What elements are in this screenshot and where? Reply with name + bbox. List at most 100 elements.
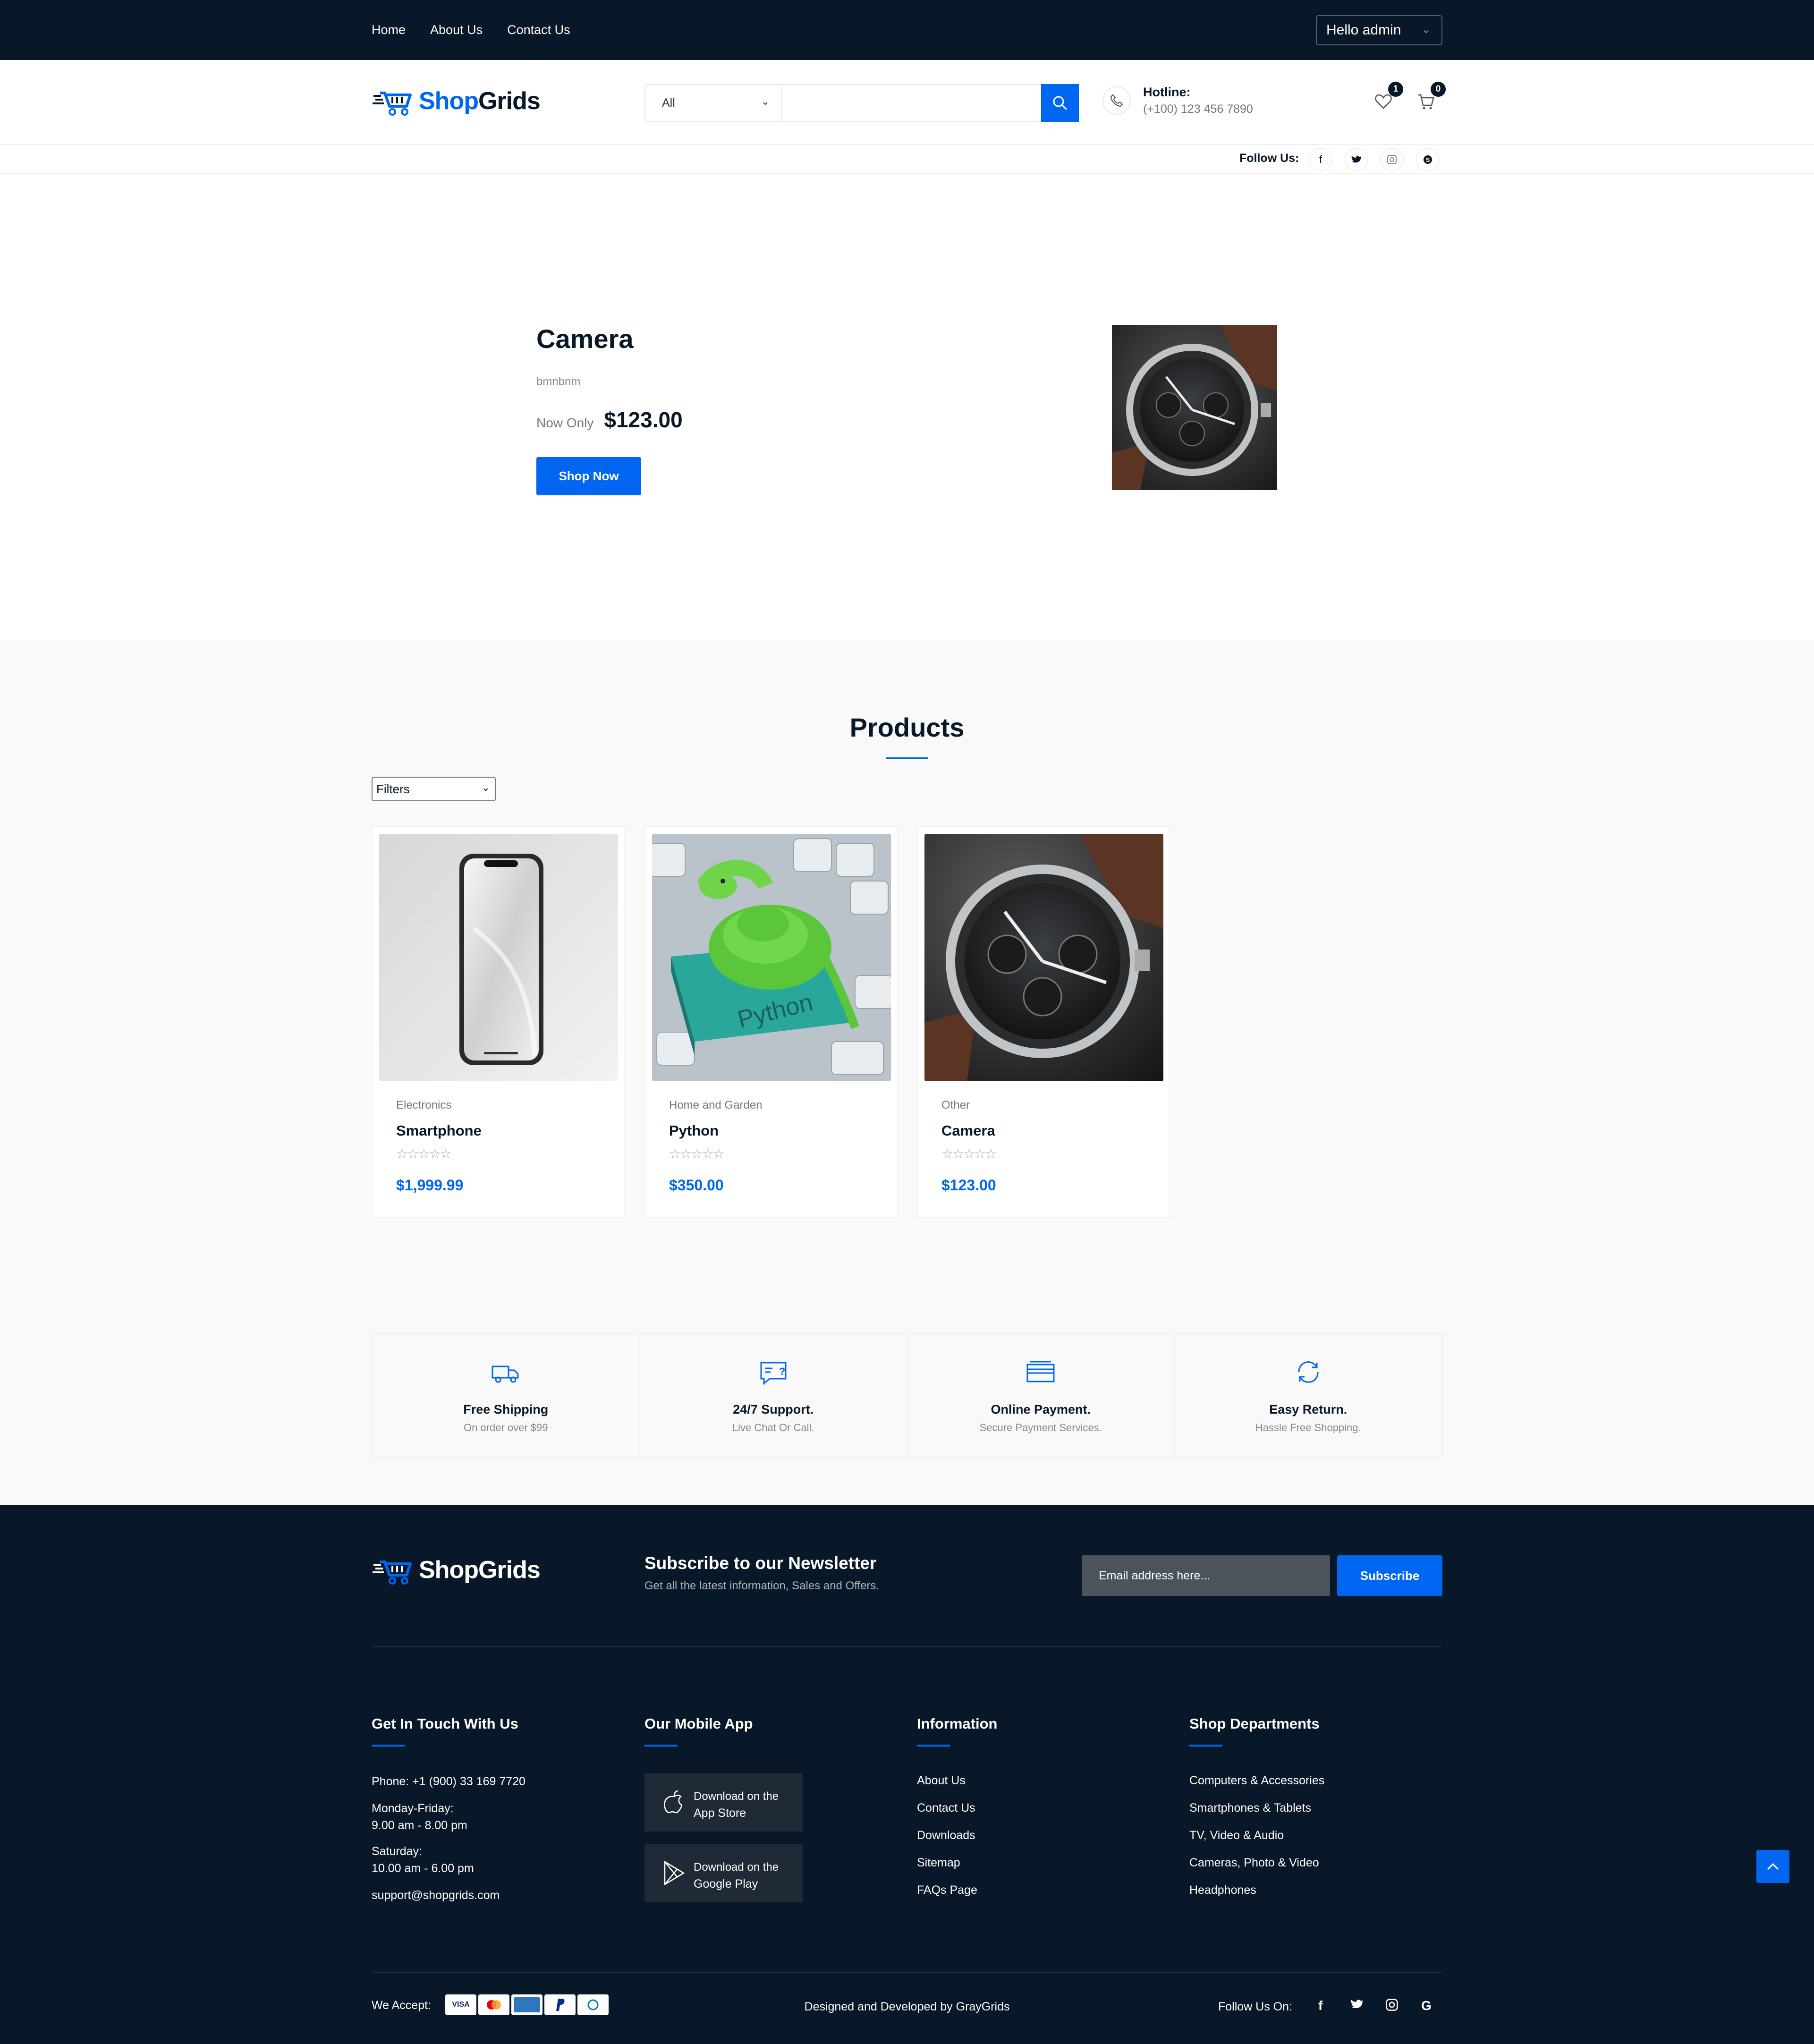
app-store-button[interactable]: Download on the App Store (644, 1773, 803, 1832)
refresh-icon (1298, 1361, 1319, 1383)
product-name[interactable]: Smartphone (396, 1122, 482, 1139)
search-input[interactable] (782, 85, 1041, 121)
star-rating-icon: ☆☆☆☆☆ (396, 1146, 452, 1161)
title-underline (372, 1745, 405, 1747)
feature-support: ? 24/7 Support. Live Chat Or Call. (639, 1332, 907, 1458)
title-underline (644, 1745, 678, 1747)
weekday-label: Monday-Friday: (372, 1802, 454, 1815)
product-card[interactable]: Python Home and Garden Python ☆☆☆☆☆ $350… (644, 826, 898, 1218)
feature-easy-return: Easy Return. Hassle Free Shopping. (1174, 1332, 1442, 1458)
skype-icon[interactable]: S (1416, 148, 1440, 171)
products-title: Products (849, 712, 965, 742)
footer-link-contact[interactable]: Contact Us (917, 1799, 975, 1816)
svg-text:S: S (1426, 156, 1430, 163)
cart-icon[interactable] (1416, 92, 1435, 111)
instagram-icon[interactable] (1380, 148, 1404, 171)
filters-select[interactable]: Filters ⌄ (372, 777, 496, 801)
search-icon (1053, 96, 1068, 110)
newsletter-title: Subscribe to our Newsletter (644, 1553, 877, 1573)
follow-label: Follow Us: (1239, 152, 1299, 165)
search-category-select[interactable]: All ⌄ (645, 85, 782, 121)
chevron-down-icon: ⌄ (761, 95, 770, 107)
title-underline (1189, 1745, 1222, 1747)
dept-link-smartphones[interactable]: Smartphones & Tablets (1189, 1799, 1311, 1816)
search-button[interactable] (1041, 84, 1079, 122)
play-line2: Google Play (694, 1877, 758, 1891)
footer-link-sitemap[interactable]: Sitemap (917, 1854, 960, 1871)
facebook-icon[interactable]: f (1318, 1998, 1322, 2013)
footer-link-faqs[interactable]: FAQs Page (917, 1882, 977, 1899)
newsletter-subtitle: Get all the latest information, Sales an… (644, 1579, 880, 1592)
subscribe-button[interactable]: Subscribe (1337, 1555, 1442, 1596)
chevron-down-icon: ⌄ (1421, 23, 1431, 36)
twitter-icon[interactable] (1345, 148, 1368, 171)
facebook-icon[interactable]: f (1309, 148, 1332, 171)
product-name[interactable]: Camera (941, 1122, 995, 1139)
saturday-label: Saturday: (372, 1845, 423, 1858)
footer-credit: Designed and Developed by GrayGrids (804, 2000, 1010, 2013)
product-name[interactable]: Python (669, 1122, 719, 1139)
star-rating-icon: ☆☆☆☆☆ (941, 1146, 997, 1161)
instagram-icon[interactable] (1385, 1998, 1399, 2015)
hotline: Hotline: (+100) 123 456 7890 (1102, 85, 1253, 116)
feature-subtitle: Live Chat Or Call. (732, 1422, 814, 1433)
feature-title: Free Shipping (463, 1402, 549, 1416)
newsletter-email-input[interactable]: Email address here... (1082, 1555, 1330, 1596)
chevron-down-icon: ⌄ (481, 781, 490, 793)
cart-count-badge: 0 (1431, 82, 1446, 97)
title-underline (917, 1745, 950, 1747)
nav-about[interactable]: About Us (430, 23, 483, 37)
product-card[interactable]: Other Camera ☆☆☆☆☆ $123.00 (917, 826, 1170, 1218)
footer-link-downloads[interactable]: Downloads (917, 1827, 975, 1844)
contact-title: Get In Touch With Us (372, 1715, 518, 1732)
scroll-to-top-button[interactable] (1756, 1850, 1789, 1883)
nav-contact[interactable]: Contact Us (507, 23, 570, 37)
google-icon[interactable]: G (1421, 1998, 1432, 2013)
hero-title: Camera (536, 324, 634, 354)
top-bar: Home About Us Contact Us Hello admin ⌄ (0, 0, 1814, 60)
dept-link-headphones[interactable]: Headphones (1189, 1882, 1256, 1899)
user-menu-select[interactable]: Hello admin ⌄ (1316, 15, 1442, 45)
play-line1: Download on the (694, 1861, 779, 1874)
wishlist-heart-icon[interactable] (1374, 92, 1393, 111)
footer-divider (372, 1646, 1442, 1647)
twitter-icon[interactable] (1350, 1998, 1364, 2013)
footer (0, 1505, 1814, 2044)
nav-home[interactable]: Home (372, 23, 406, 37)
footer-divider (372, 1972, 1442, 1973)
hotline-label: Hotline: (1143, 85, 1191, 99)
google-play-button[interactable]: Download on the Google Play (644, 1844, 803, 1902)
features-row: Free Shipping On order over $99 ? 24/7 S… (372, 1332, 1442, 1458)
feature-free-shipping: Free Shipping On order over $99 (372, 1332, 639, 1458)
dept-link-tv[interactable]: TV, Video & Audio (1189, 1827, 1284, 1844)
footer-logo[interactable]: ShopGrids (372, 1553, 541, 1586)
play-store-icon (664, 1861, 685, 1885)
title-underline (886, 757, 928, 759)
user-greeting: Hello admin (1326, 22, 1401, 38)
truck-icon (492, 1365, 519, 1383)
feature-subtitle: On order over $99 (463, 1422, 548, 1433)
feature-title: 24/7 Support. (733, 1402, 814, 1416)
dept-link-computers[interactable]: Computers & Accessories (1189, 1772, 1324, 1789)
svg-text:?: ? (779, 1365, 785, 1377)
feature-title: Easy Return. (1269, 1402, 1348, 1416)
contact-phone: Phone: +1 (900) 33 169 7720 (372, 1775, 526, 1788)
dept-link-cameras[interactable]: Cameras, Photo & Video (1189, 1854, 1319, 1871)
product-price: $123.00 (941, 1177, 996, 1194)
product-category: Other (941, 1099, 970, 1111)
mobile-app-title: Our Mobile App (644, 1715, 753, 1732)
camera-watch-image[interactable] (924, 834, 1163, 1081)
contact-email[interactable]: support@shopgrids.com (372, 1887, 500, 1904)
footer-link-about[interactable]: About Us (917, 1772, 966, 1789)
python-image[interactable]: Python (652, 834, 891, 1081)
site-logo[interactable]: ShopGrids (372, 85, 541, 118)
product-card[interactable]: Electronics Smartphone ☆☆☆☆☆ $1,999.99 (372, 826, 625, 1218)
shop-now-button[interactable]: Shop Now (536, 457, 641, 495)
filters-value: Filters (376, 781, 410, 796)
feature-subtitle: Hassle Free Shopping. (1255, 1422, 1361, 1433)
appstore-line1: Download on the (694, 1790, 779, 1803)
hero-watch-image[interactable] (1112, 325, 1277, 490)
top-nav: Home About Us Contact Us (372, 0, 570, 60)
smartphone-image[interactable] (379, 834, 618, 1081)
star-rating-icon: ☆☆☆☆☆ (669, 1146, 725, 1161)
